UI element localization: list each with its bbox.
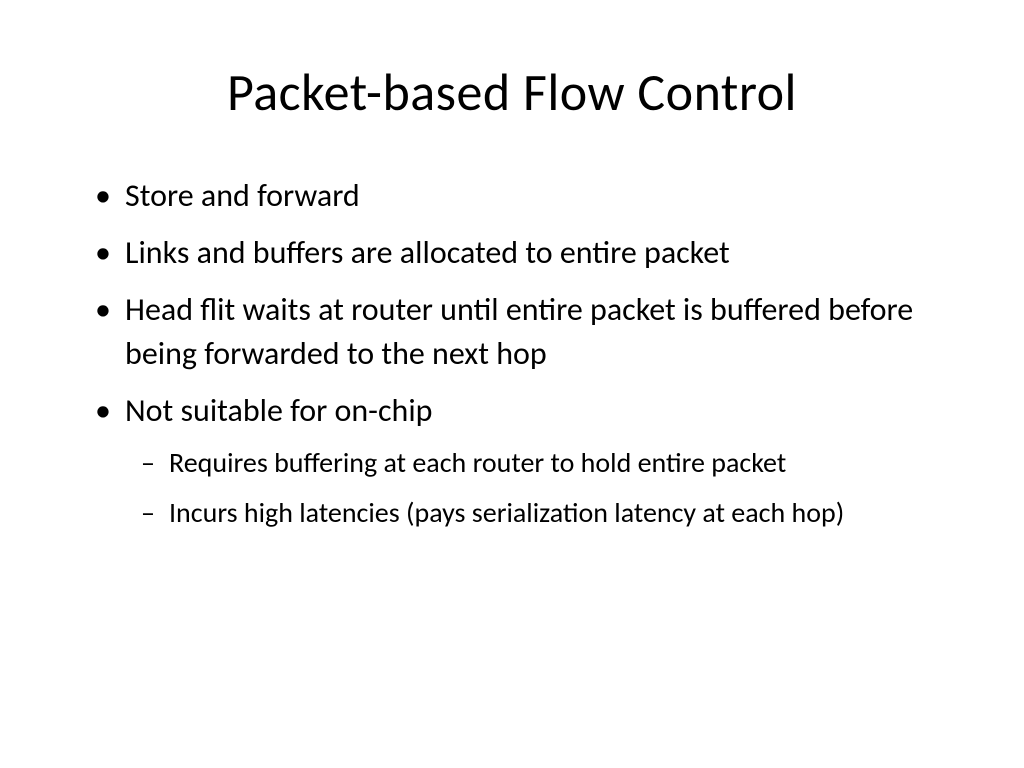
sub-bullet-text: Incurs high latencies (pays serializatio… [169, 495, 844, 530]
bullet-text: Links and buffers are allocated to entir… [125, 233, 730, 272]
sub-bullet-item: Requires buffering at each router to hol… [141, 444, 954, 482]
sub-bullet-text: Requires buffering at each router to hol… [169, 445, 786, 480]
bullet-text: Head flit waits at router until entire p… [125, 290, 913, 372]
bullet-list-level1: Store and forward Links and buffers are … [95, 174, 954, 532]
bullet-text: Store and forward [125, 176, 360, 215]
bullet-text: Not suitable for on-chip [125, 391, 432, 430]
sub-bullet-item: Incurs high latencies (pays serializatio… [141, 494, 954, 532]
bullet-item: Store and forward [95, 174, 954, 217]
slide-title: Packet-based Flow Control [70, 60, 954, 124]
slide-container: Packet-based Flow Control Store and forw… [0, 0, 1024, 768]
bullet-item: Links and buffers are allocated to entir… [95, 231, 954, 274]
bullet-list-level2: Requires buffering at each router to hol… [141, 444, 954, 532]
bullet-item: Not suitable for on-chip Requires buffer… [95, 389, 954, 532]
bullet-item: Head flit waits at router until entire p… [95, 288, 954, 374]
slide-content: Store and forward Links and buffers are … [70, 174, 954, 532]
